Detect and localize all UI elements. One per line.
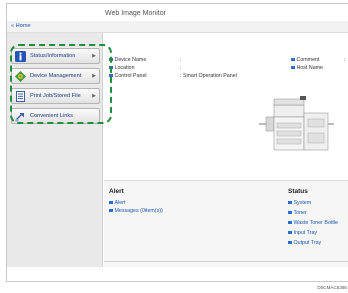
host-name-label: Host Name — [296, 65, 324, 71]
comment-row: Comment — [291, 57, 319, 63]
comment-label: Comment — [296, 57, 320, 63]
bullet-icon — [288, 200, 292, 204]
bullet-icon — [288, 230, 292, 234]
bullet-icon — [288, 240, 292, 244]
device-name-separator: : — [180, 57, 182, 63]
host-name-row: Host Name — [291, 65, 323, 71]
main-content: Device Name : Location : Control Panel :… — [104, 33, 348, 267]
bullet-icon — [291, 57, 295, 61]
printer-image — [259, 96, 334, 151]
bullet-icon — [109, 208, 113, 212]
status-link-toner[interactable]: Toner — [288, 210, 307, 216]
bullet-icon — [291, 65, 295, 69]
control-panel-label: Control Panel — [114, 73, 147, 79]
app-title: Web Image Monitor — [105, 10, 166, 17]
home-bar: « Home — [7, 21, 348, 33]
alert-status-panel: Alert Alert Messages (0item(s)) Status S… — [104, 180, 348, 267]
messages-link[interactable]: Messages (0item(s)) — [109, 208, 163, 214]
image-code: D0CMAC6366 — [317, 285, 347, 290]
home-link[interactable]: « Home — [11, 23, 31, 29]
location-row: Location — [109, 65, 135, 71]
device-name-row: Device Name — [109, 57, 146, 63]
status-link-waste-toner-bottle[interactable]: Waste Toner Bottle — [288, 220, 338, 226]
device-name-label: Device Name — [114, 57, 147, 63]
divider — [104, 261, 348, 262]
status-link-output-tray[interactable]: Output Tray — [288, 240, 321, 246]
menu-highlight-outline — [10, 44, 112, 124]
location-label: Location — [114, 65, 135, 71]
app-header: Web Image Monitor — [7, 4, 348, 21]
status-heading: Status — [288, 188, 308, 195]
location-separator: : — [180, 65, 182, 71]
status-link-system[interactable]: System — [288, 200, 311, 206]
comment-separator: : — [344, 57, 346, 63]
alert-heading: Alert — [109, 188, 124, 195]
alert-link[interactable]: Alert — [109, 200, 125, 206]
bullet-icon — [288, 210, 292, 214]
status-link-input-tray[interactable]: Input Tray — [288, 230, 317, 236]
control-panel-row: Control Panel — [109, 73, 147, 79]
bullet-icon — [288, 220, 292, 224]
browser-frame: Web Image Monitor « Home Status/Informat… — [6, 3, 348, 282]
control-panel-value: : Smart Operation Panel — [180, 73, 237, 79]
bullet-icon — [109, 200, 113, 204]
home-label[interactable]: Home — [16, 23, 31, 29]
